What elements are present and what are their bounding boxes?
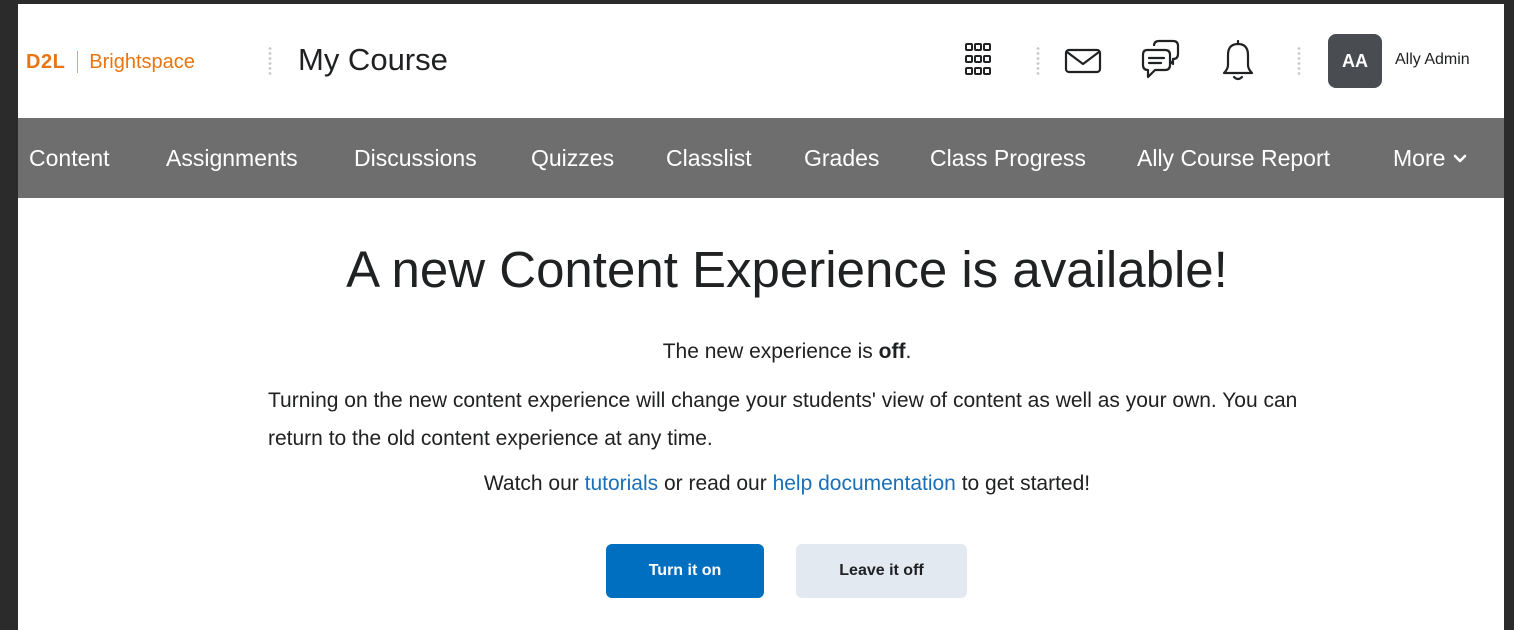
logo-brand: D2L <box>26 50 66 73</box>
chevron-down-icon <box>1454 154 1467 162</box>
bell-icon[interactable] <box>1220 38 1256 87</box>
description-text: Turning on the new content experience wi… <box>268 389 1298 450</box>
header-divider <box>268 46 272 76</box>
turn-it-on-button[interactable]: Turn it on <box>606 544 764 598</box>
help-documentation-link[interactable]: help documentation <box>773 472 956 495</box>
header-divider <box>1297 46 1301 76</box>
mail-icon[interactable] <box>1064 48 1102 79</box>
user-name[interactable]: Ally Admin <box>1395 51 1470 69</box>
experience-status: The new experience is off. <box>18 340 1504 364</box>
course-title[interactable]: My Course <box>298 42 448 78</box>
tutorials-link[interactable]: tutorials <box>585 472 659 495</box>
top-header: D2L Brightspace My Course AA Ally Admin <box>18 4 1504 118</box>
status-suffix: . <box>905 340 912 363</box>
logo-product: Brightspace <box>89 50 195 73</box>
nav-item-class-progress[interactable]: Class Progress <box>930 145 1086 172</box>
help-line: Watch our tutorials or read our help doc… <box>18 472 1504 496</box>
apps-grid-icon[interactable] <box>964 42 992 81</box>
nav-item-assignments[interactable]: Assignments <box>166 145 298 172</box>
nav-item-discussions[interactable]: Discussions <box>354 145 477 172</box>
header-divider <box>1036 46 1040 76</box>
watch-middle: or read our <box>658 472 773 495</box>
leave-it-off-button[interactable]: Leave it off <box>796 544 967 598</box>
watch-suffix: to get started! <box>955 472 1091 495</box>
course-navbar: Content Assignments Discussions Quizzes … <box>18 118 1504 198</box>
status-value: off <box>878 340 906 363</box>
watch-prefix: Watch our <box>483 472 585 495</box>
nav-item-ally-course-report[interactable]: Ally Course Report <box>1137 145 1330 172</box>
nav-item-content[interactable]: Content <box>29 145 110 172</box>
app-window: D2L Brightspace My Course AA Ally Admin … <box>18 4 1504 630</box>
status-prefix: The new experience is <box>662 340 879 363</box>
d2l-brightspace-logo[interactable]: D2L Brightspace <box>26 50 195 74</box>
nav-item-classlist[interactable]: Classlist <box>666 145 752 172</box>
chat-bubbles-icon[interactable] <box>1140 38 1180 85</box>
main-content: A new Content Experience is available! T… <box>18 198 1504 630</box>
page-headline: A new Content Experience is available! <box>346 241 1228 298</box>
user-avatar[interactable]: AA <box>1328 34 1382 88</box>
nav-item-quizzes[interactable]: Quizzes <box>531 145 614 172</box>
logo-separator <box>77 51 79 73</box>
nav-item-grades[interactable]: Grades <box>804 145 879 172</box>
nav-more-label: More <box>1393 145 1446 171</box>
nav-item-more[interactable]: More <box>1393 145 1467 172</box>
